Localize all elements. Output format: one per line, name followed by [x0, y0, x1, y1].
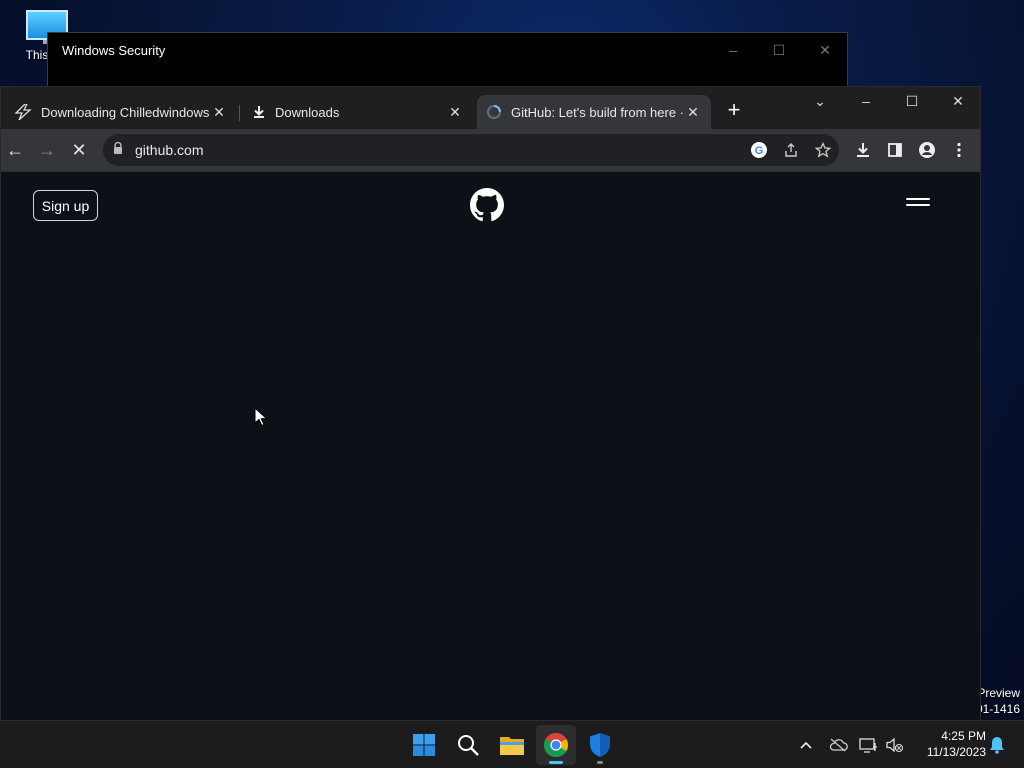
- tab-downloads[interactable]: Downloads ✕: [241, 95, 473, 129]
- forward-button[interactable]: →: [35, 138, 59, 162]
- tab-close-icon[interactable]: ✕: [209, 104, 229, 121]
- google-lens-icon[interactable]: G: [747, 138, 771, 162]
- github-page: Sign up: [1, 171, 980, 720]
- tab-title: GitHub: Let's build from here · GitHub: [511, 104, 683, 120]
- download-icon: [254, 106, 264, 118]
- hamburger-menu-icon[interactable]: [906, 198, 930, 212]
- window-title: Windows Security: [62, 43, 166, 58]
- build-watermark: Preview 01-1416: [976, 685, 1020, 717]
- shield-icon: [590, 733, 610, 757]
- tab-close-icon[interactable]: ✕: [683, 104, 703, 121]
- chrome-taskbar-button[interactable]: [536, 725, 576, 765]
- lightning-icon: [14, 104, 32, 120]
- tab-downloading[interactable]: Downloading Chilledwindows.exe ✕: [5, 95, 237, 129]
- stop-loading-button[interactable]: ✕: [67, 138, 91, 162]
- notification-bell-icon[interactable]: [986, 734, 1008, 756]
- address-bar[interactable]: github.com G: [103, 134, 839, 166]
- windows-security-taskbar-button[interactable]: [580, 725, 620, 765]
- menu-kebab-icon[interactable]: [947, 138, 971, 162]
- lock-icon: [114, 142, 122, 154]
- watermark-line-1: Preview: [977, 686, 1020, 700]
- tab-search-button[interactable]: ⌄: [797, 87, 843, 115]
- github-logo-icon[interactable]: [470, 188, 504, 222]
- windows-security-window[interactable]: Windows Security – ☐ ✕: [47, 32, 848, 88]
- search-button[interactable]: [448, 725, 488, 765]
- show-hidden-icons-chevron[interactable]: [795, 734, 817, 756]
- mouse-cursor-icon: [254, 407, 268, 427]
- maximize-button[interactable]: ☐: [756, 39, 802, 61]
- onedrive-offline-icon[interactable]: [827, 734, 849, 756]
- tab-github[interactable]: GitHub: Let's build from here · GitHub ✕: [477, 95, 711, 129]
- active-app-indicator: [549, 761, 563, 764]
- clock-date: 11/13/2023: [926, 745, 986, 759]
- maximize-button[interactable]: ☐: [889, 87, 935, 115]
- profile-avatar-icon[interactable]: [915, 138, 939, 162]
- signup-button[interactable]: Sign up: [33, 190, 98, 221]
- folder-icon: [500, 737, 524, 755]
- download-icon[interactable]: [851, 138, 875, 162]
- tab-strip: Downloading Chilledwindows.exe ✕ Downloa…: [1, 87, 980, 129]
- running-app-indicator: [597, 761, 603, 764]
- side-panel-icon[interactable]: [883, 138, 907, 162]
- close-button[interactable]: ✕: [935, 87, 981, 115]
- bookmark-star-icon[interactable]: [811, 138, 835, 162]
- new-tab-button[interactable]: +: [722, 99, 746, 123]
- svg-text:G: G: [755, 145, 764, 157]
- chrome-icon: [544, 733, 569, 758]
- back-button[interactable]: ←: [3, 138, 27, 162]
- minimize-button[interactable]: –: [843, 87, 889, 115]
- file-explorer-button[interactable]: [492, 725, 532, 765]
- tab-close-icon[interactable]: ✕: [445, 104, 465, 121]
- chrome-browser-window[interactable]: Downloading Chilledwindows.exe ✕ Downloa…: [0, 86, 981, 720]
- watermark-line-2: 01-1416: [975, 702, 1020, 716]
- system-clock[interactable]: 4:25 PM 11/13/2023: [914, 728, 986, 760]
- taskbar: 4:25 PM 11/13/2023: [0, 720, 1024, 768]
- volume-muted-icon[interactable]: [884, 734, 906, 756]
- url-text[interactable]: github.com: [135, 142, 203, 158]
- browser-toolbar: ← → ✕ github.com G: [1, 129, 980, 171]
- close-button[interactable]: ✕: [802, 39, 848, 61]
- start-button[interactable]: [404, 725, 444, 765]
- minimize-button[interactable]: –: [710, 39, 756, 61]
- clock-time: 4:25 PM: [941, 729, 986, 743]
- windows-logo-icon: [413, 734, 435, 756]
- tab-title: Downloading Chilledwindows.exe: [41, 104, 209, 120]
- network-icon[interactable]: [858, 734, 880, 756]
- tab-title: Downloads: [275, 104, 340, 120]
- share-icon[interactable]: [779, 138, 803, 162]
- loading-spinner-icon: [487, 105, 501, 119]
- search-icon: [458, 735, 479, 756]
- tab-separator: [239, 105, 240, 121]
